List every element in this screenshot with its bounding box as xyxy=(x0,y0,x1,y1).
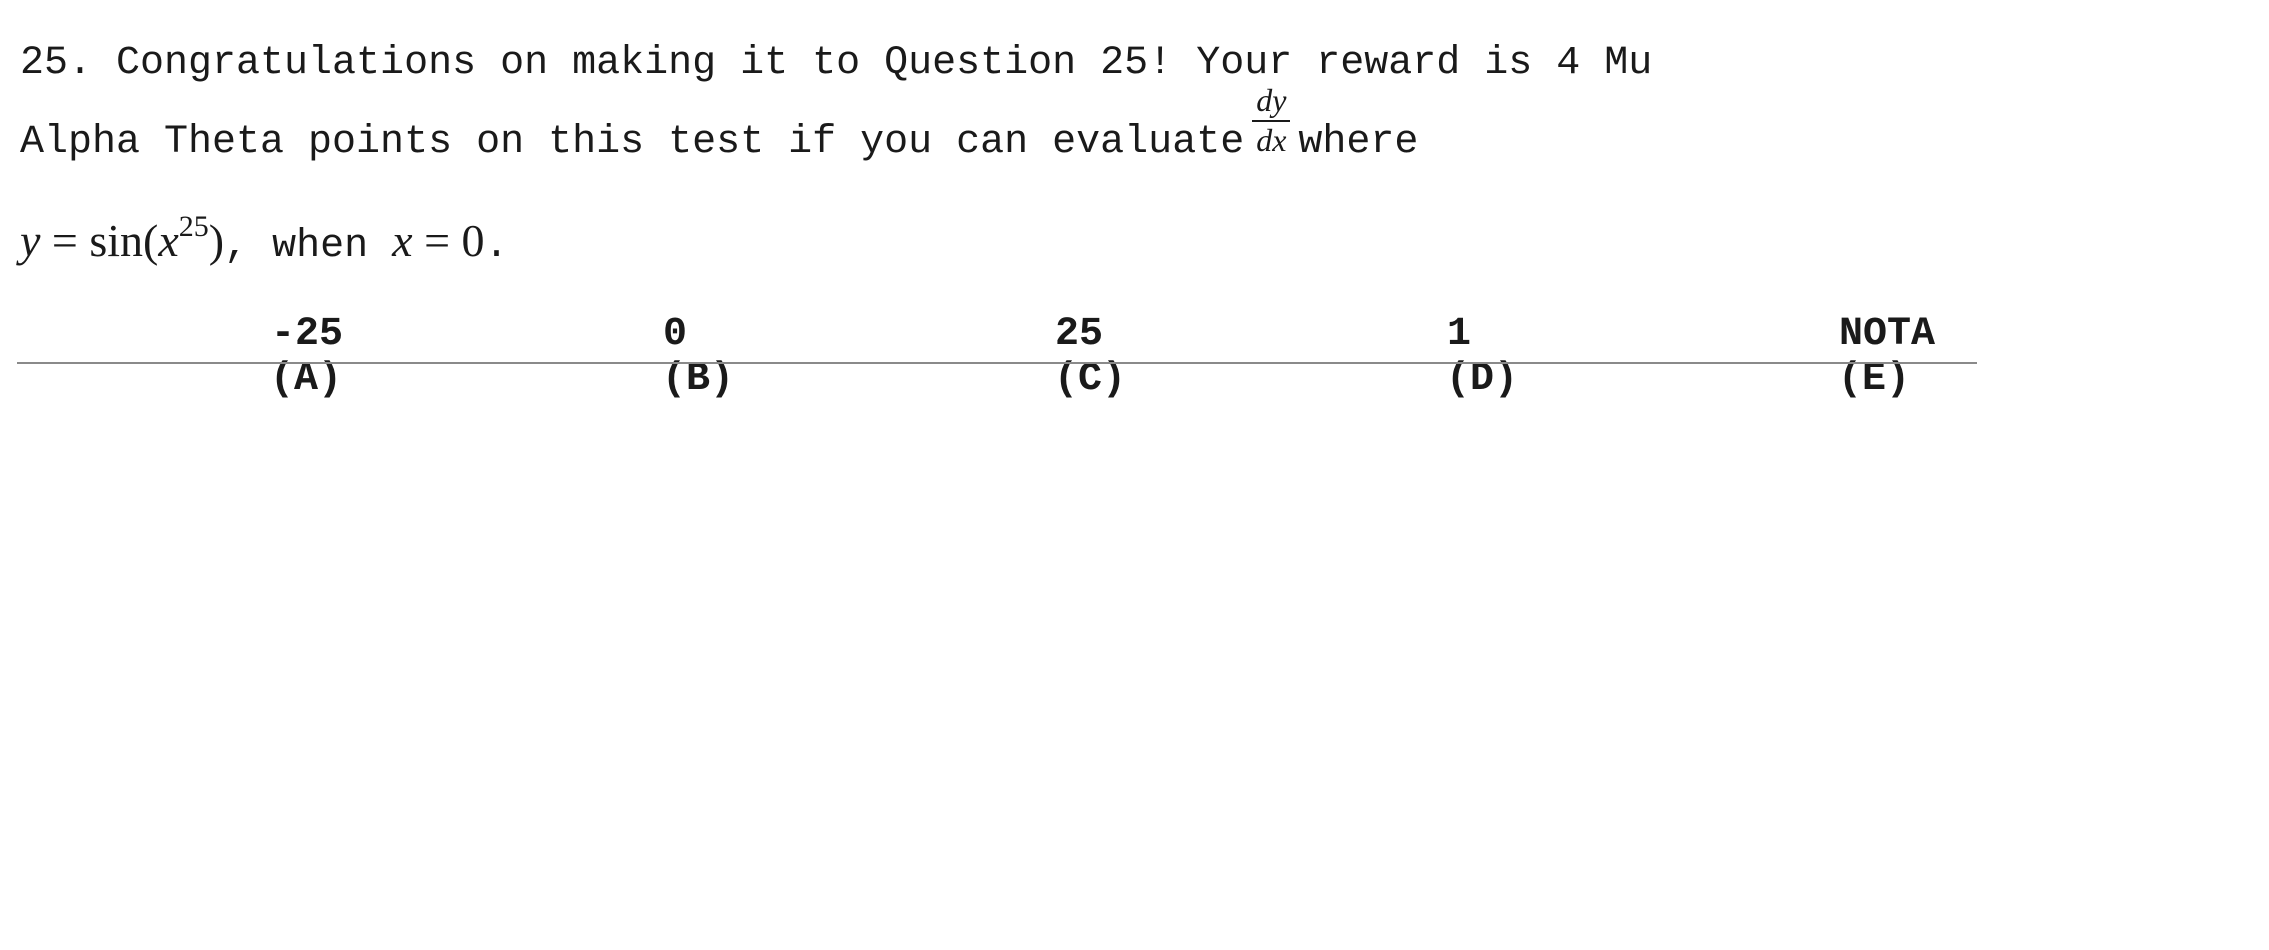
derivative-fraction: dy dx xyxy=(1252,83,1291,158)
condition-value: = 0 xyxy=(412,215,485,266)
question-text-before-fraction: Alpha Theta points on this test if you c… xyxy=(20,120,1245,166)
question-text-line-1: 25. Congratulations on making it to Ques… xyxy=(20,41,1653,86)
answer-choices: (A) -25 (B) 0 (C) 25 (D) 1 (E) NOTA xyxy=(20,312,1980,402)
fraction-denominator: dx xyxy=(1256,121,1287,158)
question-equation-line: y = sin(x25), when x = 0. xyxy=(20,212,509,269)
equation-sin: = sin( xyxy=(40,215,159,266)
condition-x: x xyxy=(392,215,413,266)
choice-a[interactable]: (A) -25 xyxy=(126,312,344,492)
choice-c[interactable]: (C) 25 xyxy=(910,312,1126,492)
equation: y = sin(x25) xyxy=(20,212,225,266)
equation-close-paren: ) xyxy=(208,215,225,266)
fraction-numerator: dy xyxy=(1252,83,1291,122)
end-period: . xyxy=(484,224,509,269)
choice-b-value: 0 xyxy=(663,312,688,357)
question-text-after-fraction: where xyxy=(1298,120,1419,166)
equation-exponent: 25 xyxy=(178,210,209,243)
choice-e[interactable]: (E) NOTA xyxy=(1694,312,1935,492)
equation-y: y xyxy=(20,215,41,266)
condition: x = 0 xyxy=(392,215,484,266)
equation-x: x xyxy=(158,215,179,266)
question-divider xyxy=(17,362,1977,364)
choice-d-value: 1 xyxy=(1447,312,1472,357)
choice-d[interactable]: (D) 1 xyxy=(1302,312,1518,492)
choice-b[interactable]: (B) 0 xyxy=(518,312,734,492)
choice-e-value: NOTA xyxy=(1839,312,1936,357)
question-text-line-2: Alpha Theta points on this test if you c… xyxy=(20,83,1419,166)
choice-a-value: -25 xyxy=(271,312,344,357)
choice-c-value: 25 xyxy=(1055,312,1104,357)
condition-connector: , when xyxy=(224,224,393,269)
